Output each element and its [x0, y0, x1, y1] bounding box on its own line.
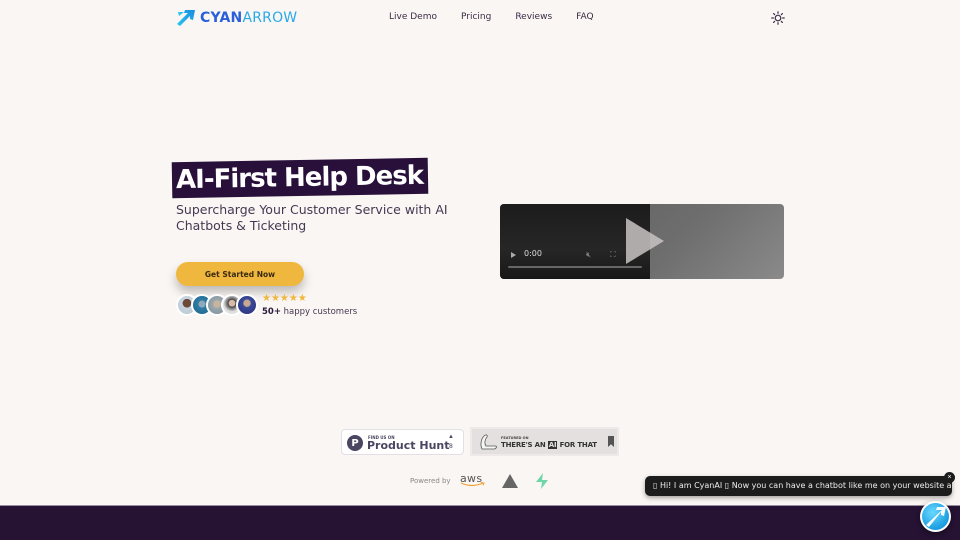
rating-stars: ★★★★★ [262, 293, 307, 304]
bookmark-icon [608, 436, 614, 447]
play-icon[interactable] [511, 252, 516, 258]
logo-text: CYANARROW [200, 10, 297, 26]
theres-an-ai-for-that-badge[interactable]: FEATURED ON THERE'S AN AI FOR THAT [470, 427, 619, 456]
hand-logo-icon [480, 434, 497, 450]
nav-links: Live Demo Pricing Reviews FAQ [389, 12, 594, 22]
powered-by-label: Powered by [410, 477, 451, 485]
nav-link-pricing[interactable]: Pricing [461, 12, 491, 22]
muted-icon[interactable]: 🔇︎ [586, 250, 591, 260]
logo-text-cyan: CYAN [200, 10, 243, 26]
vercel-logo-icon [502, 474, 518, 488]
hero-title: AI-First Help Desk [171, 157, 429, 199]
chat-logo-icon [922, 503, 949, 530]
video-time: 0:00 [524, 249, 542, 258]
supabase-logo-icon [536, 473, 548, 489]
nav-link-reviews[interactable]: Reviews [515, 12, 552, 22]
customers-label: happy customers [280, 307, 358, 317]
nav-link-live-demo[interactable]: Live Demo [389, 12, 437, 22]
demo-video[interactable]: 0:00 🔇︎ ⛶ [500, 204, 784, 279]
chat-greeting-bubble[interactable]: ▯ Hi! I am CyanAI ▯ Now you can have a c… [645, 476, 952, 496]
taaft-text-post: FOR THAT [557, 441, 597, 449]
product-hunt-badge[interactable]: P FIND US ON Product Hunt ▲ 8 [341, 429, 464, 455]
aws-logo-icon: aws [460, 472, 486, 487]
video-progress-bar[interactable] [508, 266, 642, 268]
footer-section [0, 505, 960, 540]
avatar [236, 294, 258, 316]
hero-subtitle: Supercharge Your Customer Service with A… [176, 202, 448, 233]
fullscreen-icon[interactable]: ⛶ [610, 250, 616, 260]
taaft-text-ai: AI [547, 441, 558, 449]
logo[interactable]: CYANARROW [176, 9, 297, 27]
customers-number: 50+ [262, 307, 281, 317]
customer-avatars [176, 294, 258, 316]
get-started-button[interactable]: Get Started Now [176, 262, 304, 286]
nav-link-faq[interactable]: FAQ [576, 12, 593, 22]
chat-launcher-button[interactable] [920, 501, 951, 532]
taaft-text-pre: THERE'S AN [501, 441, 548, 449]
product-hunt-logo-icon: P [347, 435, 363, 451]
big-play-icon[interactable] [626, 218, 664, 264]
upvote-icon: ▲ [448, 434, 454, 440]
close-icon[interactable]: × [944, 472, 955, 483]
arrow-logo-icon [177, 10, 195, 26]
taaft-small-text: FEATURED ON [501, 436, 529, 440]
logo-text-arrow: ARROW [242, 10, 298, 26]
product-hunt-text: Product Hunt [367, 439, 450, 452]
taaft-text: THERE'S AN AI FOR THAT [501, 441, 597, 449]
customers-count: 50+ happy customers [262, 307, 357, 317]
top-navigation: CYANARROW Live Demo Pricing Reviews FAQ [0, 0, 960, 36]
sun-icon[interactable] [771, 11, 785, 25]
upvote-count: 8 [449, 443, 453, 450]
